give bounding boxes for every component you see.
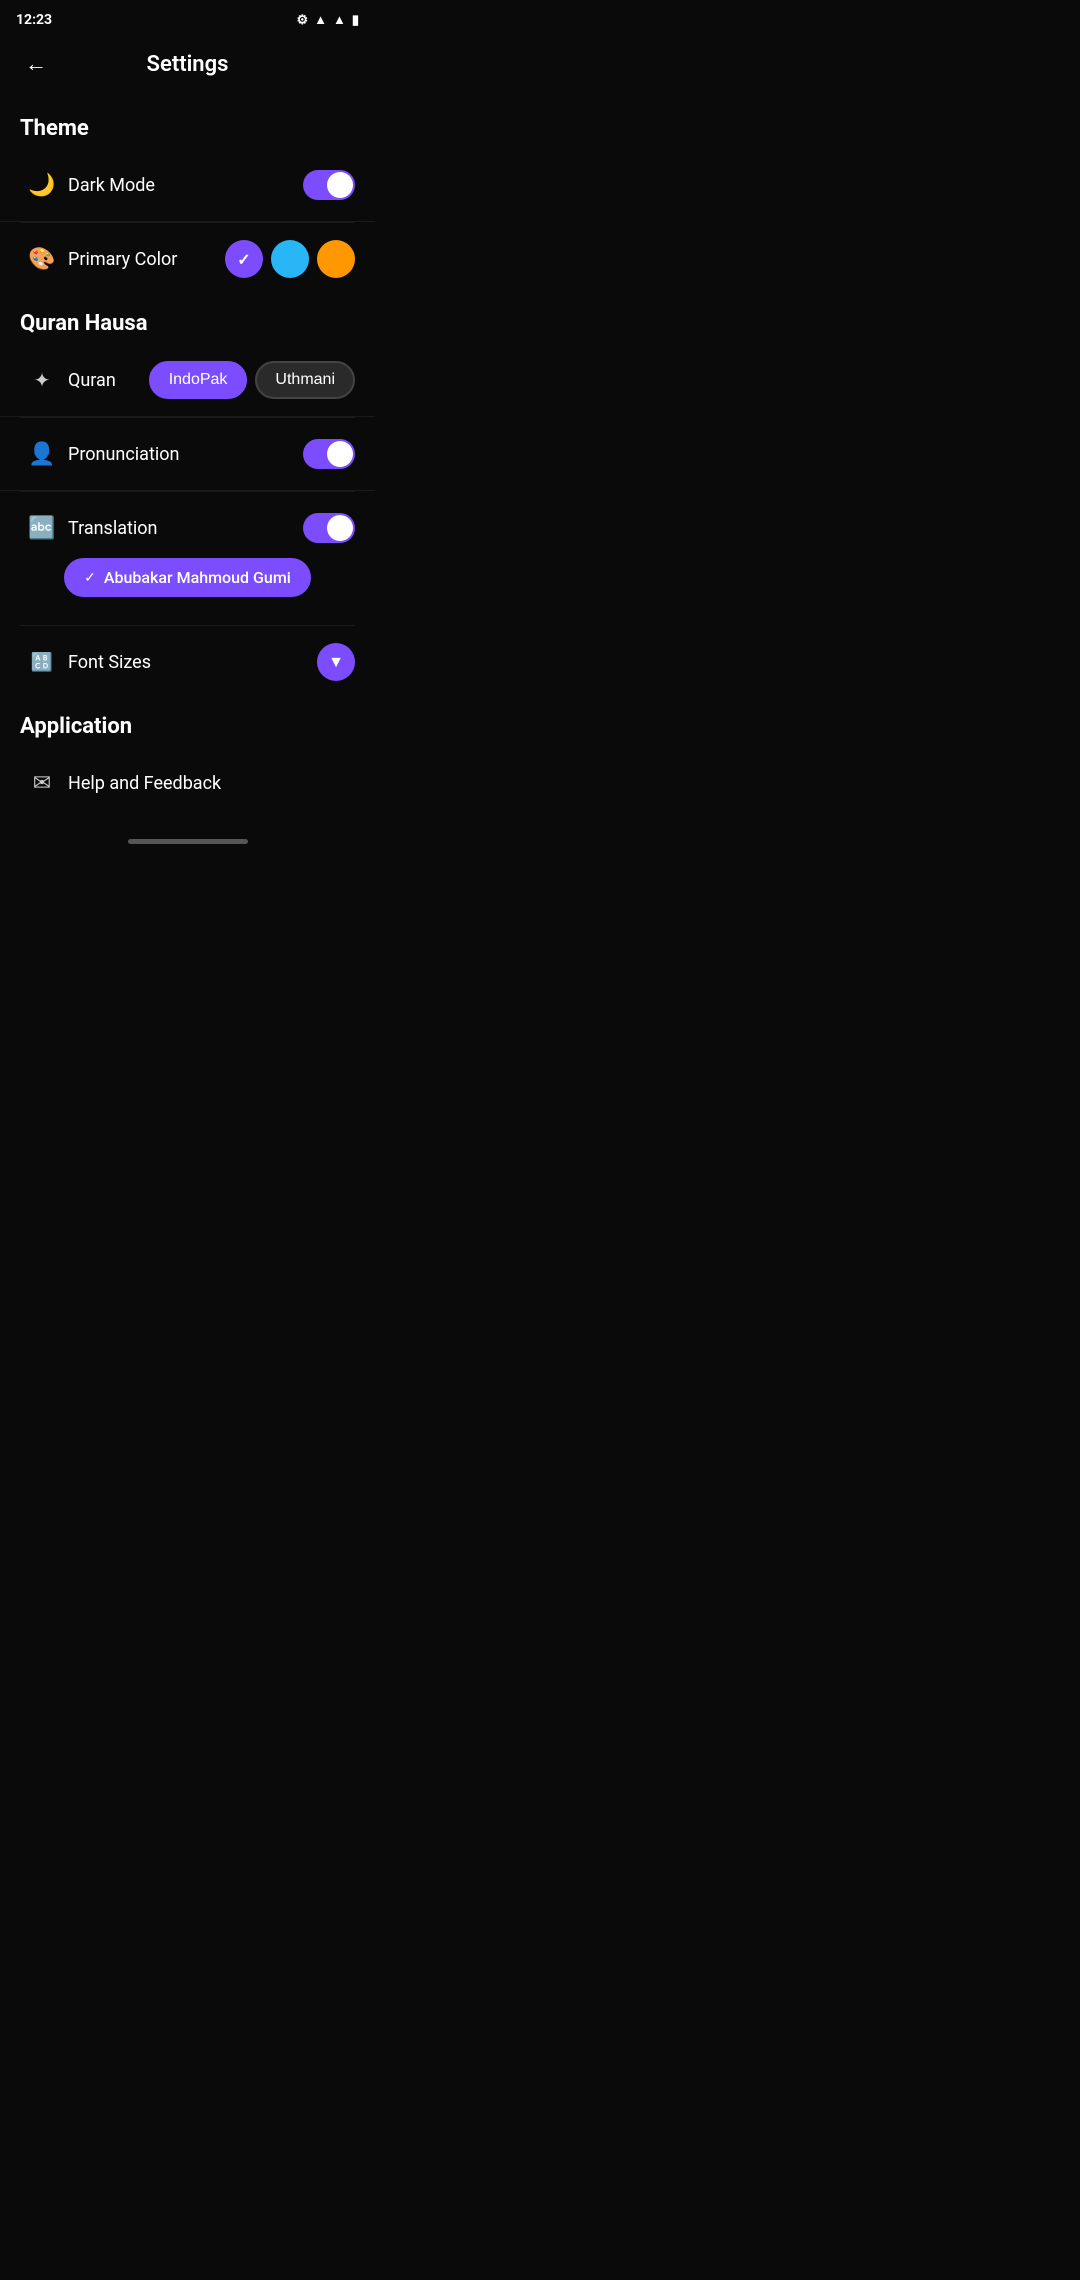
theme-section: Theme 🌙 Dark Mode 🎨 Primary Color ✓ [0,100,375,295]
back-button[interactable]: ← [16,44,56,84]
toggle-knob [327,172,353,198]
quran-icon: ✦ [20,358,64,402]
primary-color-item: 🎨 Primary Color ✓ [0,223,375,295]
back-arrow-icon: ← [25,51,47,77]
help-feedback-icon: ✉ [20,761,64,805]
color-blue[interactable] [271,240,309,278]
font-sizes-icon: 🔠 [20,640,64,684]
dark-mode-label: Dark Mode [68,175,303,196]
dropdown-arrow-icon: ▼ [328,652,344,672]
indopak-button[interactable]: IndoPak [149,361,248,399]
quran-hausa-section: Quran Hausa ✦ Quran IndoPak Uthmani 👤 Pr… [0,295,375,698]
translation-section: 🔤 Translation ✓ Abubakar Mahmoud Gumi [0,492,375,625]
status-bar: 12:23 ⚙ ▲ ▲ ▮ [0,0,375,36]
translation-label: Translation [68,518,303,539]
translation-check-icon: ✓ [84,570,96,586]
application-section-header: Application [0,698,375,747]
help-feedback-label: Help and Feedback [68,773,355,794]
translation-selected-label: Abubakar Mahmoud Gumi [104,568,291,587]
quran-hausa-section-header: Quran Hausa [0,295,375,344]
quran-label: Quran [68,370,149,391]
signal-icon: ▲ [314,12,327,28]
primary-color-icon: 🎨 [20,237,64,281]
translation-top-row: 🔤 Translation [0,492,375,558]
settings-status-icon: ⚙ [296,13,308,28]
header: ← Settings [0,36,375,100]
font-sizes-label: Font Sizes [68,652,317,673]
pronunciation-toggle-knob [327,441,353,467]
status-icons: ⚙ ▲ ▲ ▮ [296,12,359,28]
help-feedback-item[interactable]: ✉ Help and Feedback [0,747,375,819]
pronunciation-icon: 👤 [20,432,64,476]
quran-item: ✦ Quran IndoPak Uthmani [0,344,375,417]
pronunciation-item: 👤 Pronunciation [0,418,375,491]
dark-mode-toggle[interactable] [303,170,355,200]
color-options: ✓ [225,240,355,278]
quran-buttons: IndoPak Uthmani [149,361,355,399]
uthmani-button[interactable]: Uthmani [255,361,355,399]
color-purple[interactable]: ✓ [225,240,263,278]
status-time: 12:23 [16,12,52,28]
wifi-icon: ▲ [333,12,346,28]
font-sizes-item: 🔠 Font Sizes ▼ [0,626,375,698]
translation-selected-button[interactable]: ✓ Abubakar Mahmoud Gumi [64,558,311,597]
page-title: Settings [56,52,319,77]
translation-toggle[interactable] [303,513,355,543]
color-check-purple: ✓ [237,250,250,269]
translation-toggle-knob [327,515,353,541]
font-sizes-dropdown-button[interactable]: ▼ [317,643,355,681]
theme-section-header: Theme [0,100,375,149]
translation-icon: 🔤 [20,506,64,550]
bottom-nav-indicator [128,839,248,844]
pronunciation-toggle[interactable] [303,439,355,469]
battery-icon: ▮ [352,13,359,28]
dark-mode-item: 🌙 Dark Mode [0,149,375,222]
pronunciation-label: Pronunciation [68,444,303,465]
application-section: Application ✉ Help and Feedback [0,698,375,819]
dark-mode-icon: 🌙 [20,163,64,207]
primary-color-label: Primary Color [68,249,225,270]
color-orange[interactable] [317,240,355,278]
